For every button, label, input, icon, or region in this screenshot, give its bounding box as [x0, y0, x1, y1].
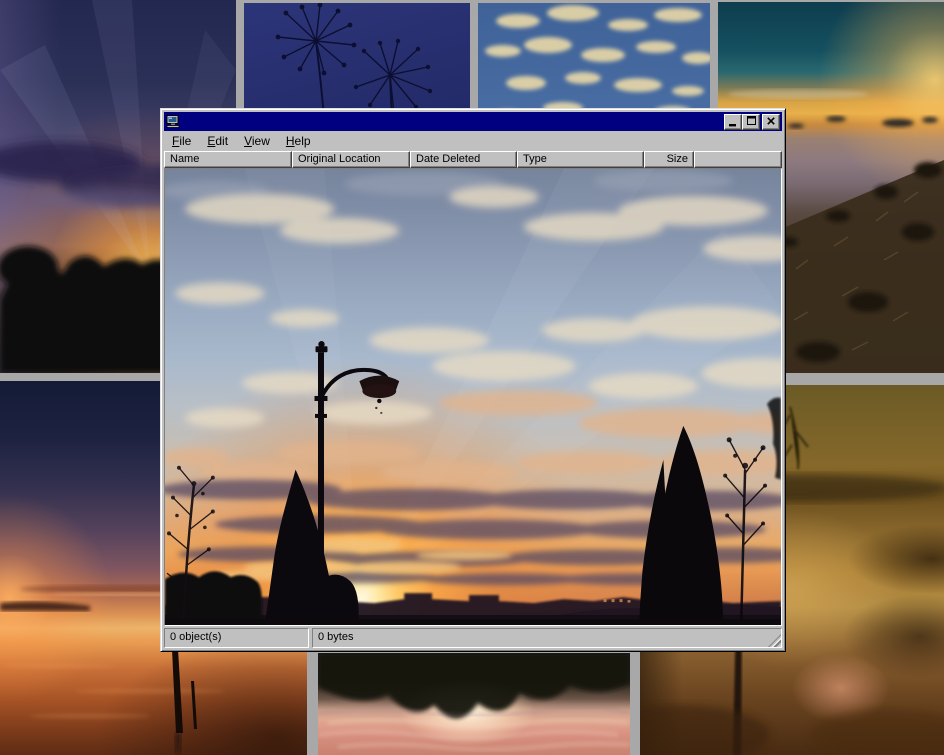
minimize-icon [729, 124, 737, 127]
maximize-icon [747, 116, 756, 125]
column-header-date-deleted[interactable]: Date Deleted [410, 151, 517, 168]
column-header-name[interactable]: Name [164, 151, 292, 168]
status-bar: 0 object(s) 0 bytes [164, 626, 782, 648]
close-icon [767, 117, 775, 125]
wallpaper-tile-water-reflection [318, 653, 630, 755]
column-header-size[interactable]: Size [644, 151, 694, 168]
menu-item-file[interactable]: File [164, 132, 199, 150]
recycle-bin-window: File Edit View Help Name Original Locati… [160, 108, 786, 652]
menu-item-help[interactable]: Help [278, 132, 319, 150]
file-list-area[interactable] [164, 168, 782, 626]
menu-bar: File Edit View Help [164, 131, 782, 151]
status-objects: 0 object(s) [164, 628, 309, 648]
water-reflection-art [318, 653, 630, 755]
titlebar[interactable] [164, 112, 782, 131]
menu-item-view[interactable]: View [236, 132, 278, 150]
computer-icon [166, 115, 180, 128]
maximize-button[interactable] [742, 114, 760, 130]
column-header-spacer[interactable] [694, 151, 782, 168]
column-headers: Name Original Location Date Deleted Type… [164, 151, 782, 168]
sunset-lamppost-photo [165, 169, 781, 625]
minimize-button[interactable] [724, 114, 742, 130]
status-bytes: 0 bytes [312, 628, 782, 648]
close-button[interactable] [762, 114, 780, 130]
menu-item-edit[interactable]: Edit [199, 132, 236, 150]
column-header-original-location[interactable]: Original Location [292, 151, 410, 168]
column-header-type[interactable]: Type [517, 151, 644, 168]
